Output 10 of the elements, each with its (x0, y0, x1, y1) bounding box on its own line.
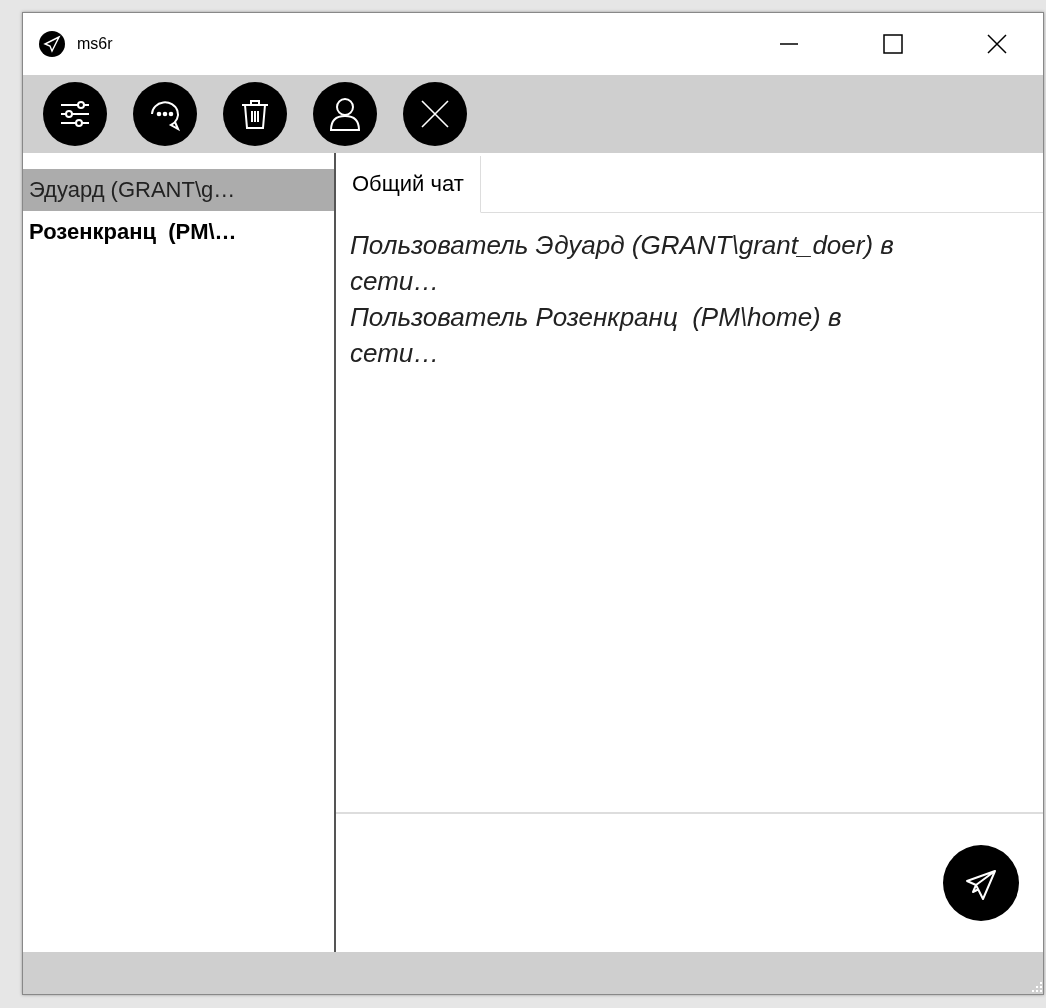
close-icon (986, 33, 1008, 55)
maximize-icon (882, 33, 904, 55)
chat-message: Пользователь Розенкранц (PM\home) в сети… (350, 301, 843, 370)
window-title: ms6r (77, 35, 113, 53)
chat-tab[interactable]: Общий чат (336, 156, 481, 213)
user-list-item[interactable]: Эдуард (GRANT\g… (23, 169, 334, 211)
chat-message: Пользователь Эдуард (GRANT\grant_doer) в сети… (350, 229, 895, 298)
paper-plane-icon (39, 31, 65, 57)
user-list-item[interactable]: Розенкранц (PM\… (23, 211, 334, 253)
minimize-icon (780, 43, 798, 45)
